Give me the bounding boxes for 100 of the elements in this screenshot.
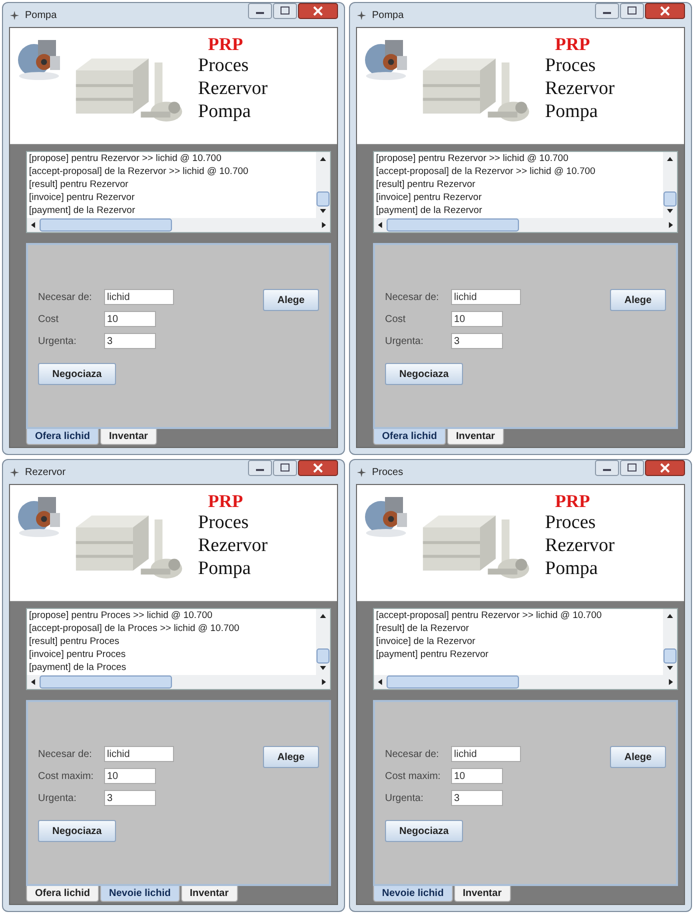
minimize-icon[interactable] bbox=[595, 460, 619, 476]
log-line: [propose] pentru Rezervor >> lichid @ 10.700 bbox=[29, 152, 222, 165]
log-line: [payment] de la Proces bbox=[29, 661, 128, 674]
field-label: Cost maxim: bbox=[385, 770, 442, 782]
tab[interactable]: Inventar bbox=[454, 886, 511, 902]
app-icon bbox=[356, 10, 367, 20]
tab[interactable]: Ofera lichid bbox=[26, 886, 100, 902]
text-field[interactable]: 3 bbox=[451, 790, 503, 806]
app-icon bbox=[356, 466, 367, 478]
field-label: Urgenta: bbox=[38, 336, 78, 346]
banner-line: Pompa bbox=[198, 557, 252, 580]
horizontal-scrollbar[interactable] bbox=[374, 675, 677, 689]
banner-line: Rezervor bbox=[545, 77, 615, 100]
choose-button[interactable]: Alege bbox=[610, 746, 666, 768]
text-field[interactable]: lichid bbox=[104, 746, 174, 762]
log-line: [payment] de la Rezervor bbox=[376, 204, 484, 217]
log-line: [invoice] de la Rezervor bbox=[376, 635, 476, 648]
banner-line: Proces bbox=[545, 511, 597, 534]
maximize-icon[interactable] bbox=[273, 3, 297, 19]
choose-button[interactable]: Alege bbox=[263, 289, 319, 311]
window-title: Rezervor bbox=[25, 466, 66, 478]
vertical-scrollbar[interactable] bbox=[663, 609, 677, 675]
window-title: Proces bbox=[372, 466, 404, 478]
text-field[interactable]: 3 bbox=[451, 333, 503, 349]
banner-heading: PRP bbox=[555, 34, 591, 54]
horizontal-scrollbar[interactable] bbox=[374, 218, 677, 232]
banner-heading: PRP bbox=[208, 34, 244, 54]
vertical-scrollbar[interactable] bbox=[663, 152, 677, 218]
field-label: Urgenta: bbox=[385, 336, 424, 346]
log-line: [invoice] pentru Rezervor bbox=[29, 191, 136, 204]
log-line: [payment] pentru Rezervor bbox=[376, 648, 490, 661]
banner-line: Rezervor bbox=[545, 534, 615, 557]
tab[interactable]: Nevoie lichid bbox=[100, 886, 180, 902]
window-title: Pompa bbox=[25, 10, 57, 20]
horizontal-scrollbar[interactable] bbox=[27, 675, 330, 689]
text-field[interactable]: lichid bbox=[451, 746, 521, 762]
banner-line: Proces bbox=[198, 511, 250, 534]
field-label: Necesar de: bbox=[385, 748, 440, 760]
field-label: Necesar de: bbox=[38, 292, 93, 302]
text-field[interactable]: 10 bbox=[451, 311, 503, 327]
tab[interactable]: Ofera lichid bbox=[373, 429, 446, 445]
banner-line: Proces bbox=[545, 54, 597, 77]
vertical-scrollbar[interactable] bbox=[316, 152, 330, 218]
field-label: Necesar de: bbox=[385, 292, 440, 302]
close-icon[interactable] bbox=[645, 460, 685, 476]
horizontal-scrollbar[interactable] bbox=[27, 218, 330, 232]
close-icon[interactable] bbox=[645, 3, 685, 19]
tab[interactable]: Nevoie lichid bbox=[373, 886, 453, 902]
vertical-scrollbar[interactable] bbox=[316, 609, 330, 675]
text-field[interactable]: 3 bbox=[104, 790, 156, 806]
negotiate-button[interactable]: Negociaza bbox=[385, 820, 463, 842]
text-field[interactable]: 3 bbox=[104, 333, 156, 349]
log-line: [payment] de la Rezervor bbox=[29, 204, 136, 217]
log-line: [accept-proposal] de la Proces >> lichid @ 10.700 bbox=[29, 622, 240, 635]
window-title: Pompa bbox=[372, 10, 404, 20]
log-line: [invoice] pentru Proces bbox=[29, 648, 127, 661]
banner-heading: PRP bbox=[208, 491, 244, 511]
minimize-icon[interactable] bbox=[595, 3, 619, 19]
tab[interactable]: Inventar bbox=[100, 429, 157, 445]
banner-line: Rezervor bbox=[198, 77, 268, 100]
banner-heading: PRP bbox=[555, 491, 591, 511]
tab[interactable]: Inventar bbox=[180, 886, 238, 902]
text-field[interactable]: lichid bbox=[451, 289, 521, 305]
text-field[interactable]: 10 bbox=[104, 311, 156, 327]
choose-button[interactable]: Alege bbox=[263, 746, 319, 768]
log-line: [invoice] pentru Rezervor bbox=[376, 191, 483, 204]
banner-line: Pompa bbox=[545, 100, 599, 123]
tab[interactable]: Inventar bbox=[447, 429, 504, 445]
field-label: Cost bbox=[38, 314, 60, 324]
log-line: [propose] pentru Proces >> lichid @ 10.700 bbox=[29, 609, 214, 622]
text-field[interactable]: 10 bbox=[451, 768, 503, 784]
maximize-icon[interactable] bbox=[620, 3, 644, 19]
field-label: Necesar de: bbox=[38, 748, 93, 760]
banner-line: Rezervor bbox=[198, 534, 268, 557]
text-field[interactable]: lichid bbox=[104, 289, 174, 305]
log-line: [propose] pentru Rezervor >> lichid @ 10.700 bbox=[376, 152, 570, 165]
close-icon[interactable] bbox=[298, 460, 338, 476]
log-line: [accept-proposal] de la Rezervor >> lichid @ 10.700 bbox=[29, 165, 250, 178]
field-label: Urgenta: bbox=[385, 792, 424, 804]
text-field[interactable]: 10 bbox=[104, 768, 156, 784]
negotiate-button[interactable]: Negociaza bbox=[38, 363, 116, 385]
negotiate-button[interactable]: Negociaza bbox=[385, 363, 463, 385]
field-label: Urgenta: bbox=[38, 792, 78, 804]
log-line: [result] pentru Rezervor bbox=[29, 178, 130, 191]
maximize-icon[interactable] bbox=[620, 460, 644, 476]
app-icon bbox=[9, 466, 20, 478]
banner-line: Pompa bbox=[198, 100, 252, 123]
maximize-icon[interactable] bbox=[273, 460, 297, 476]
log-line: [result] de la Rezervor bbox=[376, 622, 470, 635]
minimize-icon[interactable] bbox=[248, 460, 272, 476]
banner-line: Proces bbox=[198, 54, 250, 77]
tab[interactable]: Ofera lichid bbox=[26, 429, 100, 445]
close-icon[interactable] bbox=[298, 3, 338, 19]
log-line: [accept-proposal] de la Rezervor >> lichid @ 10.700 bbox=[376, 165, 596, 178]
log-line: [result] pentru Proces bbox=[29, 635, 120, 648]
app-icon bbox=[9, 10, 20, 20]
choose-button[interactable]: Alege bbox=[610, 289, 666, 311]
banner-line: Pompa bbox=[545, 557, 599, 580]
minimize-icon[interactable] bbox=[248, 3, 272, 19]
negotiate-button[interactable]: Negociaza bbox=[38, 820, 116, 842]
